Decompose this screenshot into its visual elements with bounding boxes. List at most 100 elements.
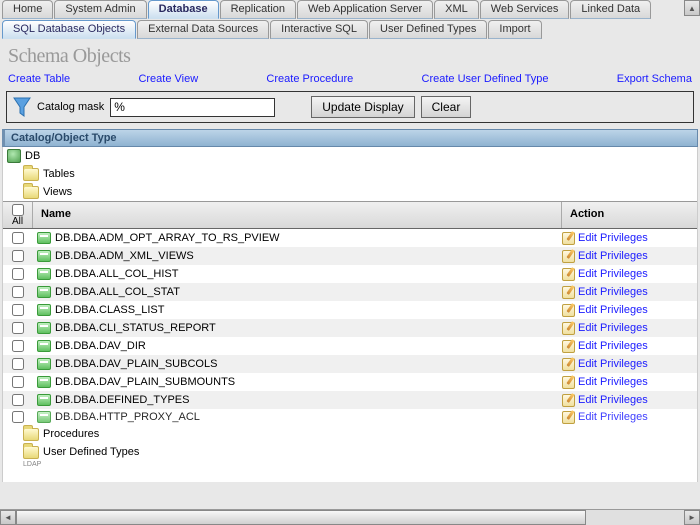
tree-ldap[interactable]: LDAP [3,461,697,477]
primary-tabs: HomeSystem AdminDatabaseReplicationWeb A… [0,0,700,19]
catalog-mask-label: Catalog mask [37,101,104,113]
tree-ldap-label: LDAP [23,461,41,468]
view-icon [37,411,51,423]
tree-root-db[interactable]: DB [3,147,697,165]
table-row: DB.DBA.ALL_COL_STAT Edit Privileges [3,283,697,301]
tab-web-application-server[interactable]: Web Application Server [297,0,433,19]
create-view-link[interactable]: Create View [138,73,198,85]
row-checkbox[interactable] [12,394,24,406]
catalog-mask-input[interactable] [110,98,275,117]
edit-icon [562,250,575,263]
row-checkbox[interactable] [12,268,24,280]
create-table-link[interactable]: Create Table [8,73,70,85]
tab-system-admin[interactable]: System Admin [54,0,146,19]
view-icon [37,250,51,262]
tree-tables[interactable]: Tables [3,165,697,183]
row-checkbox[interactable] [12,232,24,244]
view-icon [37,304,51,316]
row-name: DB.DBA.DAV_PLAIN_SUBMOUNTS [55,376,235,388]
edit-privileges-link[interactable]: Edit Privileges [578,286,648,298]
edit-icon [562,394,575,407]
tab-home[interactable]: Home [2,0,53,19]
tab-xml[interactable]: XML [434,0,479,19]
edit-privileges-link[interactable]: Edit Privileges [578,340,648,352]
tab-import[interactable]: Import [488,20,541,39]
edit-privileges-link[interactable]: Edit Privileges [578,232,648,244]
folder-icon [23,428,39,441]
export-schema-link[interactable]: Export Schema [617,73,692,85]
view-icon [37,322,51,334]
row-checkbox[interactable] [12,304,24,316]
row-checkbox[interactable] [12,286,24,298]
edit-icon [562,376,575,389]
tab-web-services[interactable]: Web Services [480,0,570,19]
scroll-left-arrow[interactable]: ◄ [0,510,16,525]
edit-icon [562,268,575,281]
scroll-track[interactable] [16,510,684,525]
edit-privileges-link[interactable]: Edit Privileges [578,358,648,370]
edit-icon [562,340,575,353]
view-icon [37,394,51,406]
grid-header-all: All [3,202,33,228]
edit-privileges-link[interactable]: Edit Privileges [578,304,648,316]
tab-user-defined-types[interactable]: User Defined Types [369,20,487,39]
grid-body: DB.DBA.ADM_OPT_ARRAY_TO_RS_PVIEW Edit Pri… [3,229,697,425]
row-checkbox[interactable] [12,250,24,262]
edit-icon [562,232,575,245]
tab-external-data-sources[interactable]: External Data Sources [137,20,269,39]
all-label: All [12,216,23,227]
row-name: DB.DBA.DAV_PLAIN_SUBCOLS [55,358,217,370]
edit-icon [562,304,575,317]
row-checkbox[interactable] [12,376,24,388]
scroll-up-arrow[interactable]: ▲ [684,0,700,16]
grid-header: All Name Action [3,201,697,229]
tree-udt[interactable]: User Defined Types [3,443,697,461]
grid-header-action[interactable]: Action [562,202,697,228]
tab-linked-data[interactable]: Linked Data [570,0,651,19]
secondary-tabs: SQL Database ObjectsExternal Data Source… [0,20,700,39]
row-name: DB.DBA.ADM_XML_VIEWS [55,250,194,262]
horizontal-scrollbar[interactable]: ◄ ► [0,509,700,525]
row-name: DB.DBA.HTTP_PROXY_ACL [55,411,200,423]
tab-database[interactable]: Database [148,0,219,19]
tree-procedures[interactable]: Procedures [3,425,697,443]
create-procedure-link[interactable]: Create Procedure [266,73,353,85]
tree-panel: DB Tables Views All Name Action DB.DBA.A… [2,147,698,482]
edit-privileges-link[interactable]: Edit Privileges [578,268,648,280]
table-row: DB.DBA.HTTP_PROXY_ACL Edit Privileges [3,409,697,425]
tab-replication[interactable]: Replication [220,0,296,19]
row-checkbox[interactable] [12,322,24,334]
scroll-thumb[interactable] [16,510,586,525]
table-row: DB.DBA.CLI_STATUS_REPORTEdit Privileges [3,319,697,337]
edit-privileges-link[interactable]: Edit Privileges [578,394,648,406]
tab-sql-database-objects[interactable]: SQL Database Objects [2,20,136,39]
edit-privileges-link[interactable]: Edit Privileges [578,376,648,388]
folder-icon [23,186,39,199]
tree-root-label: DB [25,150,40,162]
table-row: DB.DBA.DAV_PLAIN_SUBCOLS Edit Privileges [3,355,697,373]
edit-privileges-link[interactable]: Edit Privileges [578,322,648,334]
catalog-header: Catalog/Object Type [2,129,698,147]
row-name: DB.DBA.ADM_OPT_ARRAY_TO_RS_PVIEW [55,232,280,244]
edit-icon [562,322,575,335]
edit-icon [562,358,575,371]
view-icon [37,358,51,370]
edit-privileges-link[interactable]: Edit Privileges [578,411,648,423]
tab-interactive-sql[interactable]: Interactive SQL [270,20,368,39]
table-row: DB.DBA.DEFINED_TYPESEdit Privileges [3,391,697,409]
clear-button[interactable]: Clear [421,96,472,118]
view-icon [37,268,51,280]
row-name: DB.DBA.CLASS_LIST [55,304,164,316]
grid-header-name[interactable]: Name [33,202,562,228]
tree-views[interactable]: Views [3,183,697,201]
select-all-checkbox[interactable] [12,204,24,216]
edit-privileges-link[interactable]: Edit Privileges [578,250,648,262]
row-checkbox[interactable] [12,411,24,423]
row-name: DB.DBA.ALL_COL_STAT [55,286,180,298]
create-udt-link[interactable]: Create User Defined Type [422,73,549,85]
row-checkbox[interactable] [12,358,24,370]
row-checkbox[interactable] [12,340,24,352]
scroll-right-arrow[interactable]: ► [684,510,700,525]
update-display-button[interactable]: Update Display [311,96,414,118]
edit-icon [562,411,575,424]
